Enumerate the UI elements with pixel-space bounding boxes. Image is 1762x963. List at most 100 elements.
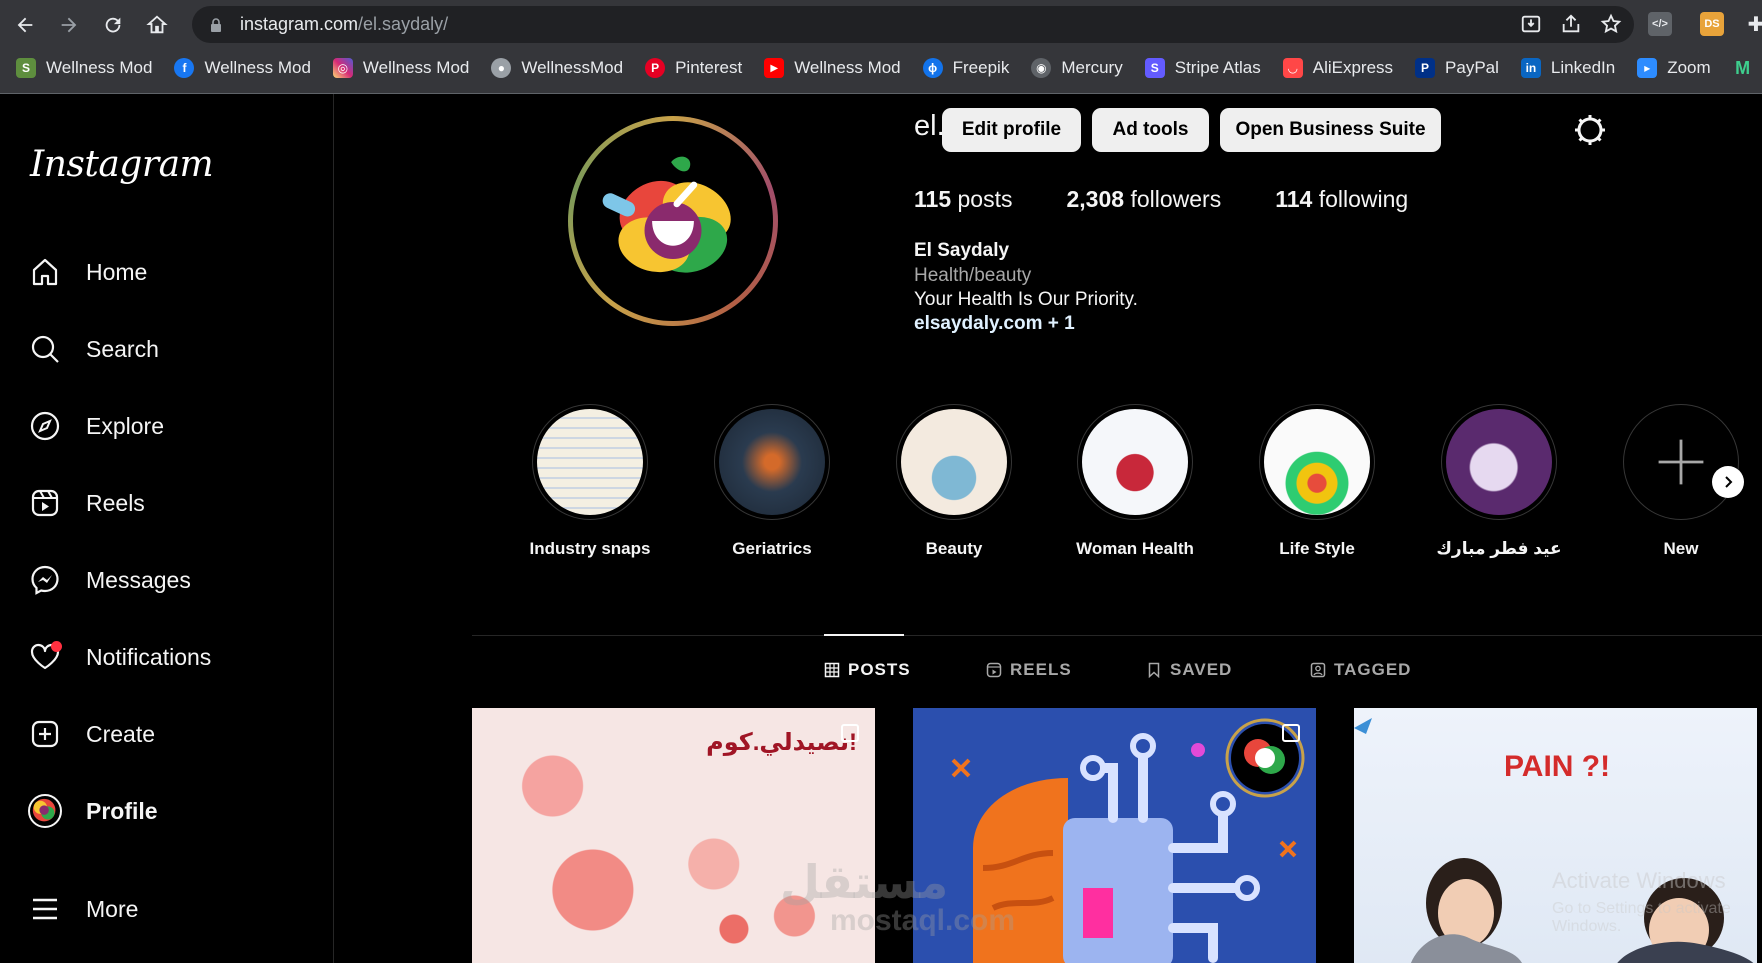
bookmark-11[interactable]: in LinkedIn — [1520, 58, 1615, 78]
bookmark-label: Zoom — [1667, 58, 1711, 77]
profile-avatar[interactable] — [568, 116, 778, 326]
bookmark-8[interactable]: S Stripe Atlas — [1144, 58, 1261, 78]
bookmark-13[interactable]: M — [1733, 58, 1762, 78]
highlight-label: Woman Health — [1076, 539, 1194, 558]
grid-icon — [824, 662, 840, 678]
highlight-ring — [1441, 404, 1557, 520]
sidebar-item-label: Messages — [86, 566, 191, 593]
watermark-arabic: مستقل — [780, 856, 949, 908]
bookmark-5[interactable]: ▶ Wellness Mod — [764, 58, 901, 78]
extension-ds-label: DS — [1704, 18, 1720, 30]
shopify-icon: S — [16, 58, 36, 78]
sidebar-item-messages[interactable]: Messages — [28, 558, 191, 602]
linkedin-icon: in — [1520, 58, 1541, 78]
sidebar-item-label: Home — [86, 258, 148, 285]
bookmark-label: WellnessMod — [521, 58, 624, 77]
sidebar-item-home[interactable]: Home — [28, 250, 147, 294]
bookmark-label: PayPal — [1445, 58, 1499, 77]
sidebar-item-create[interactable]: Create — [28, 712, 155, 756]
highlight-item[interactable]: Geriatrics — [702, 404, 842, 559]
sidebar-item-more[interactable]: More — [28, 887, 138, 931]
extension-code-icon[interactable]: </> — [1648, 12, 1672, 36]
back-button[interactable] — [6, 6, 44, 44]
following-stat[interactable]: 114 following — [1275, 186, 1408, 213]
reels-icon — [986, 662, 1002, 678]
m-logo-icon: M — [1735, 57, 1751, 78]
bookmark-0[interactable]: S Wellness Mod — [16, 58, 152, 78]
following-count: 114 — [1275, 186, 1313, 212]
reload-icon — [105, 17, 121, 33]
highlights-next-button[interactable] — [1712, 466, 1744, 498]
bookmark-label: Wellness Mod — [46, 58, 153, 77]
sidebar-item-search[interactable]: Search — [28, 327, 159, 371]
followers-stat[interactable]: 2,308 followers — [1066, 186, 1221, 213]
highlight-item[interactable]: عيد فطر مبارك — [1429, 404, 1569, 559]
instagram-icon: ◎ — [332, 58, 353, 78]
profile-main: el.saydaly Edit profile Ad tools Open Bu… — [334, 94, 1762, 963]
sidebar-item-profile[interactable]: Profile — [28, 789, 158, 833]
highlight-item[interactable]: Life Style — [1247, 404, 1387, 559]
menu-icon — [28, 892, 62, 926]
bookmark-10[interactable]: P PayPal — [1415, 58, 1499, 78]
posts-stat: 115 posts — [914, 186, 1012, 213]
omnibox-actions — [1520, 13, 1622, 35]
ad-tools-button[interactable]: Ad tools — [1092, 108, 1209, 152]
bio-category: Health/beauty — [914, 265, 1032, 286]
highlight-ring — [1259, 404, 1375, 520]
tab-tagged[interactable]: TAGGED — [1310, 660, 1411, 680]
youtube-icon: ▶ — [764, 58, 785, 78]
highlight-item[interactable]: Woman Health — [1065, 404, 1205, 559]
paypal-icon: P — [1415, 58, 1436, 78]
bookmark-12[interactable]: ▸ Zoom — [1637, 58, 1711, 78]
install-icon[interactable] — [1520, 13, 1542, 35]
bookmark-4[interactable]: P Pinterest — [645, 58, 742, 78]
bookmark-label: Wellness Mod — [362, 58, 470, 77]
facebook-icon: f — [174, 58, 195, 78]
highlight-ring — [714, 404, 830, 520]
sidebar-item-label: Search — [86, 335, 159, 362]
tab-posts[interactable]: POSTS — [824, 660, 911, 680]
forward-button[interactable] — [50, 6, 88, 44]
edit-profile-button[interactable]: Edit profile — [942, 108, 1081, 152]
bio-link[interactable]: elsaydaly.com + 1 — [914, 313, 1075, 335]
tab-saved[interactable]: SAVED — [1146, 660, 1232, 680]
bookmark-9[interactable]: ◡ AliExpress — [1282, 58, 1393, 78]
home-button[interactable] — [138, 6, 176, 44]
highlight-label: Life Style — [1279, 539, 1355, 558]
bookmark-1[interactable]: f Wellness Mod — [174, 58, 311, 78]
bookmark-2[interactable]: ◎ Wellness Mod — [332, 58, 470, 78]
bookmark-6[interactable]: ɸ Freepik — [922, 58, 1010, 78]
address-bar[interactable]: instagram.com/el.saydaly/ — [192, 6, 1634, 43]
settings-gear-icon[interactable] — [1572, 112, 1608, 148]
profile-avatar-image — [573, 121, 773, 321]
highlight-cover — [719, 409, 825, 515]
bookmark-label: Pinterest — [675, 58, 743, 77]
business-suite-button[interactable]: Open Business Suite — [1220, 108, 1441, 152]
bookmark-label: Freepik — [952, 58, 1010, 77]
tab-label: TAGGED — [1334, 660, 1412, 679]
sidebar-item-explore[interactable]: Explore — [28, 404, 164, 448]
highlight-item[interactable]: Industry snaps — [520, 404, 660, 559]
share-icon[interactable] — [1560, 13, 1582, 35]
browser-toolbar: instagram.com/el.saydaly/ </> DS ✚ — [0, 0, 1762, 50]
post-tile[interactable]: نصيدلي.كوم! — [472, 708, 875, 963]
url-text: instagram.com/el.saydaly/ — [240, 14, 448, 35]
instagram-logo[interactable]: Instagram — [30, 144, 214, 185]
arrow-right-icon — [61, 17, 77, 33]
bio-text: Your Health Is Our Priority. — [914, 289, 1138, 310]
bookmark-3[interactable]: ● WellnessMod — [491, 58, 623, 78]
profile-stats: 115 posts 2,308 followers 114 following — [914, 186, 1462, 213]
extension-ds-icon[interactable]: DS — [1700, 12, 1724, 36]
star-icon[interactable] — [1600, 13, 1622, 35]
pinterest-icon: P — [645, 58, 666, 78]
sidebar-item-notifications[interactable]: Notifications — [28, 635, 211, 679]
reload-button[interactable] — [94, 6, 132, 44]
url-path: /el.saydaly/ — [358, 14, 449, 34]
extensions-puzzle-icon[interactable]: ✚ — [1744, 12, 1762, 36]
bookmark-7[interactable]: ◉ Mercury — [1031, 58, 1123, 78]
sidebar-item-label: Create — [86, 720, 156, 747]
highlight-label: New — [1663, 539, 1699, 558]
highlight-item[interactable]: Beauty — [884, 404, 1024, 559]
tab-reels[interactable]: REELS — [986, 660, 1072, 680]
sidebar-item-reels[interactable]: Reels — [28, 481, 145, 525]
